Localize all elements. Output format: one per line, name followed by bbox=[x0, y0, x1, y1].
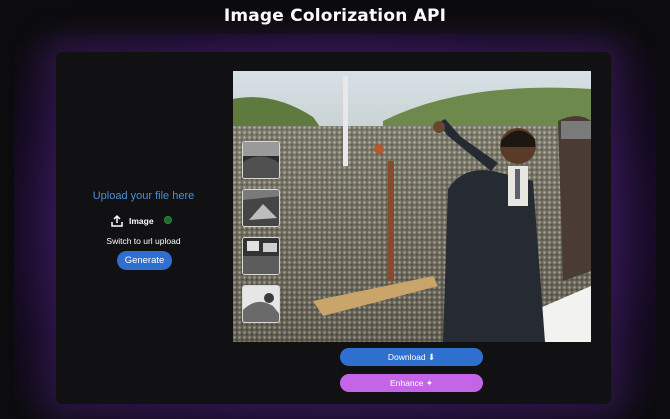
thumbnail-2-icon bbox=[243, 190, 279, 226]
thumbnail-4-icon bbox=[243, 286, 279, 322]
colorized-photo bbox=[233, 71, 591, 342]
status-dot-icon bbox=[164, 216, 172, 224]
generate-button[interactable]: Generate bbox=[117, 251, 172, 270]
switch-to-url-link[interactable]: Switch to url upload bbox=[56, 236, 231, 246]
thumbnail-3[interactable] bbox=[242, 237, 280, 275]
colorized-photo-icon bbox=[233, 71, 591, 342]
thumbnail-3-icon bbox=[243, 238, 279, 274]
upload-label[interactable]: Upload your file here bbox=[56, 190, 231, 202]
download-button[interactable]: Download ⬇ bbox=[340, 348, 483, 366]
thumbnail-4[interactable] bbox=[242, 285, 280, 323]
thumbnail-2[interactable] bbox=[242, 189, 280, 227]
enhance-button[interactable]: Enhance ✦ bbox=[340, 374, 483, 392]
upload-chip-label: Image bbox=[129, 216, 154, 226]
upload-icon bbox=[111, 214, 123, 227]
upload-panel: Upload your file here Image Switch to ur… bbox=[56, 52, 231, 404]
page-title: Image Colorization API bbox=[223, 6, 447, 26]
thumbnail-1-icon bbox=[243, 142, 279, 178]
thumbnail-1[interactable] bbox=[242, 141, 280, 179]
